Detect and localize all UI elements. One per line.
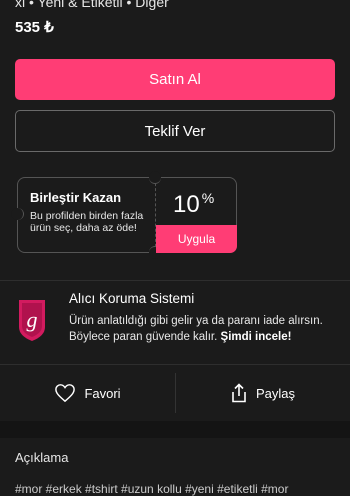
coupon-title: Birleştir Kazan [30,190,122,205]
shield-g-icon: g [17,297,47,343]
bundle-coupon-card: Birleştir Kazan Bu profilden birden fazl… [11,171,237,259]
action-bar: Favori Paylaş [0,365,350,421]
buyer-protection-text: Ürün anlatıldığı gibi gelir ya da paranı… [69,313,331,345]
price: 535 ₺ [15,19,54,36]
shield-letter: g [27,307,38,332]
make-offer-button[interactable]: Teklif Ver [15,110,335,152]
section-divider [0,280,350,281]
description-title: Açıklama [15,450,69,465]
buyer-protection-link[interactable]: Şimdi incele! [221,331,292,343]
coupon-notch [149,171,161,184]
buyer-protection-title: Alıcı Koruma Sistemi [69,291,195,306]
coupon-discount: 10% [173,190,214,219]
favorite-button[interactable]: Favori [0,365,175,421]
coupon-description: Bu profilden birden fazla ürün seç, daha… [30,210,144,234]
product-meta: xl • Yeni & Etiketli • Diğer [15,0,169,10]
share-button[interactable]: Paylaş [175,365,350,421]
section-gap [0,421,350,438]
coupon-notch [11,208,24,220]
share-icon [232,383,246,403]
coupon-percent-sign: % [201,190,215,206]
share-label: Paylaş [255,385,296,401]
description-tags: #mor #erkek #tshirt #uzun kollu #yeni #e… [15,482,289,496]
coupon-discount-value: 10 [173,191,200,218]
favorite-label: Favori [84,385,121,401]
apply-coupon-button[interactable]: Uygula [156,225,237,253]
buy-button[interactable]: Satın Al [15,59,335,100]
heart-icon [55,384,76,403]
